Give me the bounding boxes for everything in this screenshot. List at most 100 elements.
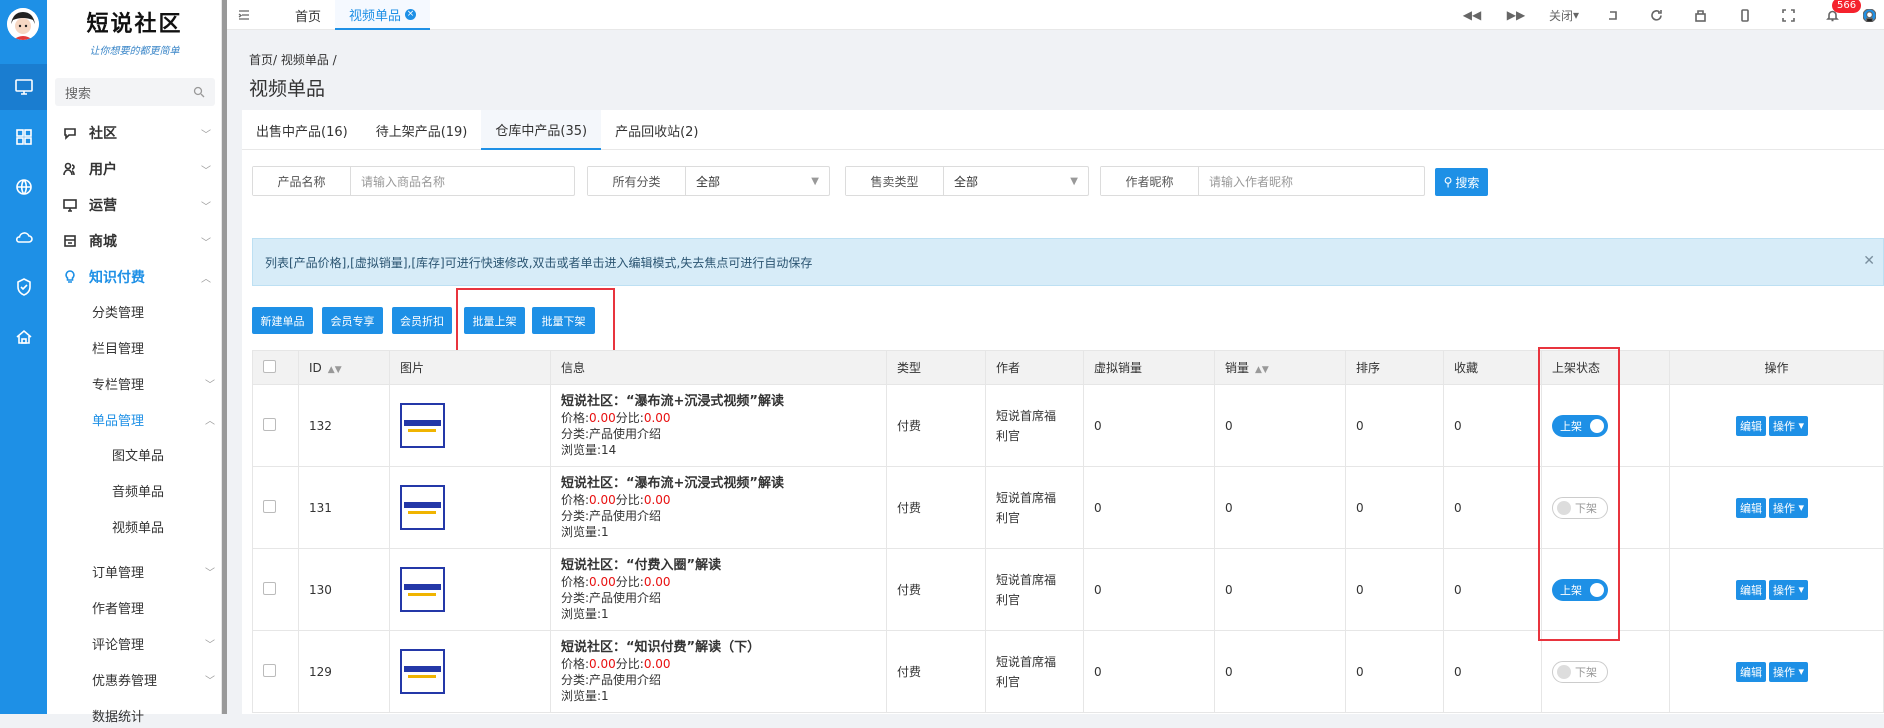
sidebar-subitem[interactable]: 分类管理	[92, 298, 215, 324]
author-input[interactable]: 请输入作者昵称	[1199, 167, 1424, 195]
row-sales: 0	[1214, 630, 1346, 713]
product-name[interactable]: 短说社区：“知识付费”解读（下）	[561, 640, 886, 656]
sidebar-item-users[interactable]: 用户 ﹀	[55, 154, 215, 184]
column-header[interactable]: 销量 ▲▼	[1214, 350, 1346, 385]
operation-dropdown[interactable]: 操作 ▾	[1769, 579, 1809, 600]
row-author: 短说首席福利官	[985, 548, 1084, 631]
operation-dropdown[interactable]: 操作 ▾	[1769, 497, 1809, 518]
row-checkbox[interactable]	[263, 417, 276, 431]
product-thumbnail[interactable]	[400, 649, 445, 694]
product-name[interactable]: 短说社区：“瀑布流+沉浸式视频”解读	[561, 394, 886, 410]
member-only-button[interactable]: 会员专享	[322, 307, 383, 334]
sidebar-scrollbar[interactable]	[222, 0, 227, 714]
column-header[interactable]: ID ▲▼	[298, 350, 390, 385]
member-discount-button[interactable]: 会员折扣	[392, 307, 452, 334]
sidebar-leaf[interactable]: 图文单品	[112, 441, 164, 467]
sort-icon[interactable]: ▲▼	[1255, 365, 1269, 375]
sale-type-select[interactable]: 全部 ▼	[944, 167, 1088, 195]
row-checkbox[interactable]	[263, 663, 276, 677]
new-single-button[interactable]: 新建单品	[252, 307, 313, 334]
tab-warehouse[interactable]: 仓库中产品(35)	[481, 110, 602, 150]
search-button[interactable]: ⚲ 搜索	[1435, 168, 1488, 196]
status-toggle[interactable]: 下架	[1552, 660, 1608, 683]
close-menu-button[interactable]: 关闭 ▾	[1538, 0, 1590, 30]
operation-dropdown[interactable]: 操作 ▾	[1769, 661, 1809, 682]
sidebar-subitem[interactable]: 栏目管理	[92, 334, 215, 360]
prev-tab-icon[interactable]: ◀◀	[1450, 0, 1494, 30]
sidebar-item-knowledge[interactable]: 知识付费 ︿	[55, 262, 215, 292]
next-tab-icon[interactable]: ▶▶	[1494, 0, 1538, 30]
tab-on-sale[interactable]: 出售中产品(16)	[242, 110, 362, 150]
row-status-cell: 下架	[1541, 630, 1670, 713]
sidebar-subitem-label: 单品管理	[92, 413, 145, 429]
row-virtual-sales[interactable]: 0	[1083, 548, 1215, 631]
close-icon[interactable]: ✕	[1863, 253, 1875, 269]
row-sort[interactable]: 0	[1345, 548, 1444, 631]
grid-icon[interactable]	[0, 114, 47, 160]
sidebar-item-community[interactable]: 社区 ﹀	[55, 118, 215, 148]
row-sort[interactable]: 0	[1345, 630, 1444, 713]
desktop-icon[interactable]	[0, 64, 47, 110]
edit-button[interactable]: 编辑	[1736, 661, 1766, 682]
refresh-icon[interactable]	[1634, 0, 1678, 30]
tab-home[interactable]: 首页	[281, 0, 335, 30]
product-thumbnail[interactable]	[400, 485, 445, 530]
row-author: 短说首席福利官	[985, 630, 1084, 713]
clear-cache-icon[interactable]	[1678, 0, 1722, 30]
product-category: 分类:产品使用介绍	[561, 672, 662, 687]
row-checkbox[interactable]	[263, 499, 276, 513]
sort-icon[interactable]: ▲▼	[328, 365, 342, 375]
sidebar-subitem[interactable]: 作者管理	[92, 594, 215, 620]
tab-pending[interactable]: 待上架产品(19)	[362, 110, 482, 150]
shield-check-icon[interactable]	[0, 264, 47, 310]
row-sort[interactable]: 0	[1345, 466, 1444, 549]
mobile-icon[interactable]	[1722, 0, 1766, 30]
sidebar-search[interactable]: 搜索	[55, 78, 215, 106]
close-tab-icon[interactable]: ×	[405, 8, 417, 20]
sidebar-item-mall[interactable]: 商城 ﹀	[55, 226, 215, 256]
select-all-checkbox[interactable]	[263, 359, 276, 373]
sidebar-subitem-label: 评论管理	[92, 637, 145, 653]
back-icon[interactable]	[1590, 0, 1634, 30]
product-name[interactable]: 短说社区：“付费入圈”解读	[561, 558, 886, 574]
edit-button[interactable]: 编辑	[1736, 579, 1766, 600]
edit-button[interactable]: 编辑	[1736, 415, 1766, 436]
category-select[interactable]: 全部 ▼	[686, 167, 829, 195]
column-header: 作者	[985, 350, 1084, 385]
fullscreen-icon[interactable]	[1766, 0, 1810, 30]
sidebar-subitem[interactable]: 数据统计	[92, 702, 215, 728]
sidebar-subitem[interactable]: 单品管理 ︿	[92, 406, 215, 432]
row-virtual-sales[interactable]: 0	[1083, 466, 1215, 549]
collapse-menu-icon[interactable]	[227, 0, 261, 30]
row-checkbox[interactable]	[263, 581, 276, 595]
cloud-icon[interactable]	[0, 214, 47, 260]
sidebar-leaf[interactable]: 音频单品	[112, 477, 164, 503]
home-cloud-icon[interactable]	[0, 314, 47, 360]
row-select-cell	[252, 384, 299, 467]
product-name[interactable]: 短说社区：“瀑布流+沉浸式视频”解读	[561, 476, 886, 492]
product-thumbnail[interactable]	[400, 403, 445, 448]
tab-video-single[interactable]: 视频单品 ×	[335, 0, 431, 30]
sidebar-subitem[interactable]: 优惠券管理 ﹀	[92, 666, 215, 692]
product-name-input[interactable]: 请输入商品名称	[351, 167, 574, 195]
sidebar-subitem[interactable]: 订单管理 ﹀	[92, 558, 215, 584]
sidebar-subitem[interactable]: 评论管理 ﹀	[92, 630, 215, 656]
store-icon	[61, 233, 79, 249]
avatar[interactable]	[7, 8, 39, 40]
row-virtual-sales[interactable]: 0	[1083, 384, 1215, 467]
sidebar-subitem[interactable]: 专栏管理 ﹀	[92, 370, 215, 396]
category-filter: 所有分类 全部 ▼	[587, 166, 830, 196]
row-sort[interactable]: 0	[1345, 384, 1444, 467]
globe-icon[interactable]	[0, 164, 47, 210]
row-type: 付费	[886, 630, 986, 713]
users-icon	[61, 161, 79, 177]
sidebar-item-operations[interactable]: 运营 ﹀	[55, 190, 215, 220]
notification-bell-icon[interactable]: 566	[1810, 0, 1862, 30]
edit-button[interactable]: 编辑	[1736, 497, 1766, 518]
chevron-up-icon: ︿	[201, 273, 211, 285]
operation-dropdown[interactable]: 操作 ▾	[1769, 415, 1809, 436]
sidebar-leaf[interactable]: 视频单品	[112, 513, 164, 539]
row-virtual-sales[interactable]: 0	[1083, 630, 1215, 713]
product-thumbnail[interactable]	[400, 567, 445, 612]
tab-recycle[interactable]: 产品回收站(2)	[601, 110, 712, 150]
